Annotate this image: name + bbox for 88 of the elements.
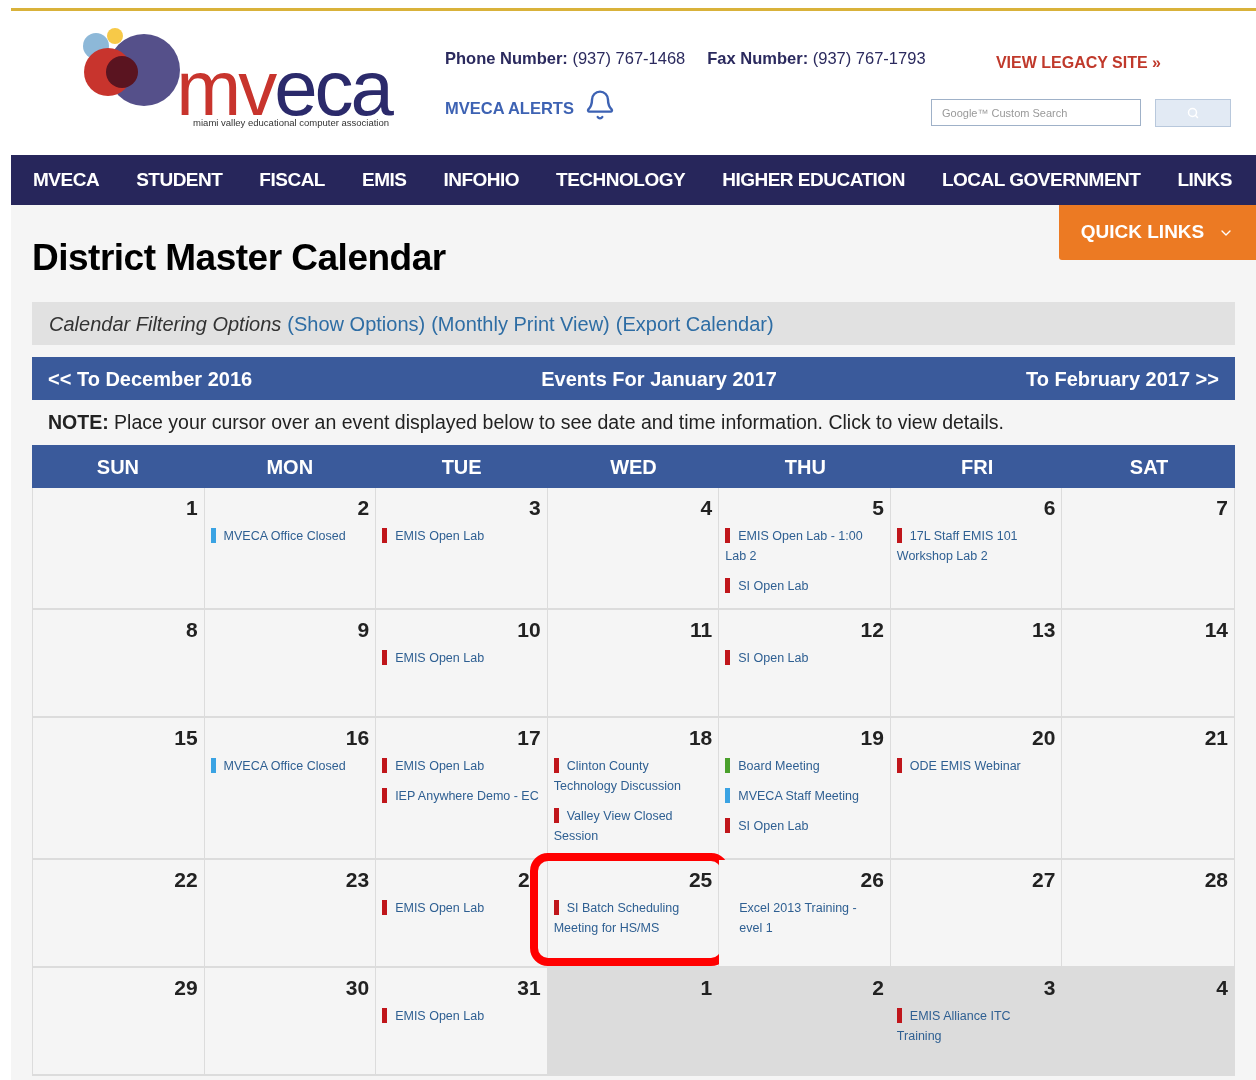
day-number: 2 bbox=[357, 495, 370, 521]
event-link[interactable]: Valley View Closed Session bbox=[553, 805, 713, 846]
weekday-label: SAT bbox=[1129, 454, 1169, 480]
day-number: 2 bbox=[872, 975, 884, 1001]
day-number: 13 bbox=[1032, 617, 1056, 643]
day-number: 20 bbox=[1032, 725, 1056, 751]
search-icon bbox=[1187, 107, 1199, 119]
day-number: 16 bbox=[345, 725, 370, 751]
day-number: 21 bbox=[1204, 725, 1228, 751]
day-number: 18 bbox=[688, 725, 713, 751]
event-link[interactable]: EMIS Open Lab bbox=[382, 1005, 541, 1026]
day-number: 17 bbox=[517, 725, 541, 751]
event-link[interactable]: EMIS Open Lab bbox=[382, 755, 541, 776]
event-link[interactable]: MVECA Staff Meeting bbox=[725, 785, 884, 806]
weekday-label: FRI bbox=[961, 454, 994, 480]
nav-link[interactable]: STUDENT bbox=[136, 165, 223, 195]
month-title: Events For January 2017 bbox=[541, 366, 777, 392]
filter-link[interactable]: (Monthly Print View) bbox=[431, 308, 610, 339]
page-title: District Master Calendar bbox=[32, 236, 446, 280]
nav-link[interactable]: INFOHIO bbox=[443, 165, 520, 195]
nav-link[interactable]: TECHNOLOGY bbox=[556, 165, 686, 195]
day-number: 10 bbox=[517, 617, 541, 643]
day-number: 3 bbox=[529, 495, 541, 521]
weekday-label: TUE bbox=[441, 454, 482, 480]
day-number: 15 bbox=[174, 725, 198, 751]
day-number: 3 bbox=[1043, 975, 1056, 1001]
day-number: 31 bbox=[517, 975, 541, 1001]
day-number: 1 bbox=[700, 975, 713, 1001]
weekday-label: WED bbox=[610, 454, 657, 480]
search-field[interactable]: Google™ Custom Search bbox=[931, 99, 1141, 126]
day-number: 6 bbox=[1043, 495, 1056, 521]
event-link[interactable]: 17L Staff EMIS 101 Workshop Lab 2 bbox=[896, 525, 1056, 566]
event-link[interactable]: EMIS Open Lab - 1:00 Lab 2 bbox=[725, 525, 884, 566]
nav-link[interactable]: LOCAL GOVERNMENT bbox=[941, 165, 1141, 195]
day-number: 11 bbox=[690, 617, 713, 643]
nav-link[interactable]: HIGHER EDUCATION bbox=[722, 165, 905, 195]
filter-link[interactable]: (Export Calendar) bbox=[615, 308, 774, 339]
day-number: 8 bbox=[185, 617, 198, 643]
event-link[interactable]: EMIS Open Lab bbox=[382, 647, 541, 668]
weekday-label: SUN bbox=[96, 454, 140, 480]
weekday-label: THU bbox=[784, 454, 826, 480]
fax-number: Fax Number: (937) 767-1793 bbox=[707, 48, 926, 69]
weekday-label: MON bbox=[266, 454, 314, 480]
day-number: 25 bbox=[688, 867, 713, 893]
note-text: NOTE: Place your cursor over an event displayed below to see date and time information. Click to view details. bbox=[48, 409, 1004, 435]
nav-link[interactable]: MVECA bbox=[33, 165, 100, 195]
logo-tagline: miami valley educational computer association bbox=[193, 118, 389, 128]
filter-label: Calendar Filtering Options bbox=[49, 311, 282, 337]
next-month-link[interactable]: To February 2017 >> bbox=[1025, 363, 1219, 394]
day-number: 7 bbox=[1216, 495, 1228, 521]
event-link[interactable]: Clinton County Technology Discussion bbox=[553, 755, 713, 796]
day-number: 23 bbox=[345, 867, 370, 893]
nav-link[interactable]: EMIS bbox=[361, 165, 407, 195]
day-number: 27 bbox=[1032, 867, 1056, 893]
event-link[interactable]: EMIS Alliance ITC Training bbox=[896, 1005, 1056, 1046]
event-link[interactable]: IEP Anywhere Demo - EC bbox=[382, 785, 541, 806]
day-number: 22 bbox=[174, 867, 198, 893]
day-number: 9 bbox=[357, 617, 370, 643]
day-number: 29 bbox=[174, 975, 198, 1001]
event-link[interactable]: SI Open Lab bbox=[725, 815, 884, 836]
filter-link[interactable]: (Show Options) bbox=[287, 308, 426, 339]
event-link[interactable]: ODE EMIS Webinar bbox=[896, 755, 1056, 776]
event-link[interactable]: SI Open Lab bbox=[725, 647, 884, 668]
day-number: 12 bbox=[860, 617, 884, 643]
previous-month-link[interactable]: << To December 2016 bbox=[48, 363, 253, 394]
event-link[interactable]: MVECA Office Closed bbox=[210, 755, 370, 776]
event-link[interactable]: SI Batch Scheduling Meeting for HS/MS bbox=[553, 897, 713, 938]
event-link[interactable]: EMIS Open Lab bbox=[382, 897, 541, 918]
day-number: 5 bbox=[872, 495, 884, 521]
day-number: 2 bbox=[518, 867, 530, 893]
day-number: 1 bbox=[185, 495, 198, 521]
event-link[interactable]: EMIS Open Lab bbox=[382, 525, 541, 546]
nav-link[interactable]: FISCAL bbox=[259, 165, 325, 195]
day-number: 19 bbox=[860, 725, 884, 751]
day-number: 4 bbox=[700, 495, 713, 521]
day-number: 28 bbox=[1204, 867, 1228, 893]
event-link[interactable]: MVECA Office Closed bbox=[210, 525, 370, 546]
day-number: 14 bbox=[1204, 617, 1228, 643]
nav-link[interactable]: LINKS bbox=[1177, 165, 1232, 195]
day-number: 30 bbox=[345, 975, 370, 1001]
day-number: 26 bbox=[860, 867, 884, 893]
legacy-site-link[interactable]: VIEW LEGACY SITE » bbox=[995, 51, 1161, 75]
day-number: 4 bbox=[1216, 975, 1228, 1001]
event-link[interactable]: Excel 2013 Training - evel 1 bbox=[725, 897, 884, 938]
event-link[interactable]: SI Open Lab bbox=[725, 575, 884, 596]
alerts-link[interactable]: MVECA ALERTS bbox=[445, 96, 574, 121]
event-link[interactable]: Board Meeting bbox=[725, 755, 884, 776]
phone-number: Phone Number: (937) 767-1468 bbox=[445, 48, 686, 69]
